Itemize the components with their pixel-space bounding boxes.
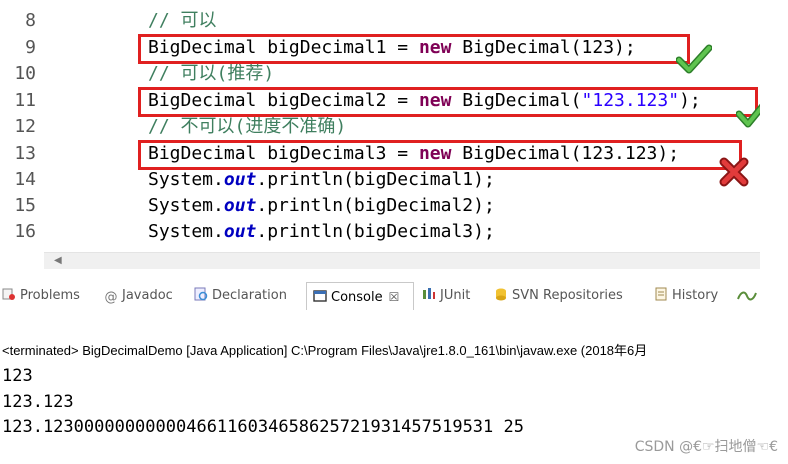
junit-icon [423,288,435,299]
highlight-box [138,34,690,64]
console-process-label: <terminated> BigDecimalDemo [Java Applic… [2,343,648,358]
out-field: out [223,169,257,190]
line-number: 14 [14,169,36,190]
console-icon [313,290,327,302]
watermark: CSDN @€☞扫地僧☜€ [634,439,778,455]
code-comment: // 不可以(进度不准确) [148,116,347,137]
tab-label: Problems [20,288,80,303]
system-class: System. [148,221,224,242]
out-field: out [223,221,257,242]
console-output-line: 123.123 [2,392,74,412]
cross-mark-icon [719,157,749,187]
declaration-icon [194,287,208,301]
line-number: 16 [14,221,36,242]
code-editor[interactable]: 8 9 10 11 12 13 14 15 16 // 可以 BigDecima… [0,0,760,252]
line-number: 13 [14,143,36,164]
tab-label: JUnit [440,288,471,303]
println-call: .println(bigDecimal2); [256,195,495,216]
horizontal-scrollbar[interactable]: ◀ [44,252,760,269]
problems-icon [2,288,15,300]
more-views-icon[interactable] [736,289,758,303]
console-output-line: 123 [2,366,33,386]
code-comment: // 可以(推荐) [148,63,275,84]
line-number: 8 [25,10,36,31]
tab-label: SVN Repositories [512,288,623,303]
tab-svn-repositories[interactable]: SVN Repositories [494,282,623,310]
check-mark-icon [676,44,712,74]
tab-history[interactable]: History [654,282,718,310]
tab-declaration[interactable]: Declaration [194,282,287,310]
highlight-box [138,87,758,117]
code-line-16: System.out.println(bigDecimal3); [148,219,495,245]
tab-console[interactable]: Console ☒ [306,282,414,310]
tab-problems[interactable]: Problems [2,282,80,310]
code-line-14: System.out.println(bigDecimal1); [148,167,495,193]
code-line-15: System.out.println(bigDecimal2); [148,193,495,219]
highlight-box [138,140,742,170]
line-number: 9 [25,37,36,58]
tab-label: History [672,288,719,303]
line-number: 10 [14,63,36,84]
at-icon: @ [104,290,118,305]
check-mark-icon [736,103,760,128]
out-field: out [223,195,257,216]
tab-junit[interactable]: JUnit [422,282,470,310]
history-icon [655,287,667,301]
svn-icon [496,288,506,301]
tab-javadoc[interactable]: @ Javadoc [104,282,173,310]
tab-label: Javadoc [122,288,173,303]
line-number: 15 [14,195,36,216]
tab-label: Declaration [212,288,287,303]
line-number: 12 [14,116,36,137]
close-tab-icon[interactable]: ☒ [389,290,400,304]
scroll-left-icon[interactable]: ◀ [54,255,62,266]
system-class: System. [148,195,224,216]
tab-label: Console [331,290,383,305]
views-tab-bar: Problems @ Javadoc Declaration Console ☒ J… [0,282,760,310]
println-call: .println(bigDecimal3); [256,221,495,242]
system-class: System. [148,169,224,190]
code-comment: // 可以 [148,10,217,31]
console-output-line: 123.123000000000004661160346586257219314… [2,417,524,437]
line-number: 11 [14,90,36,111]
println-call: .println(bigDecimal1); [256,169,495,190]
